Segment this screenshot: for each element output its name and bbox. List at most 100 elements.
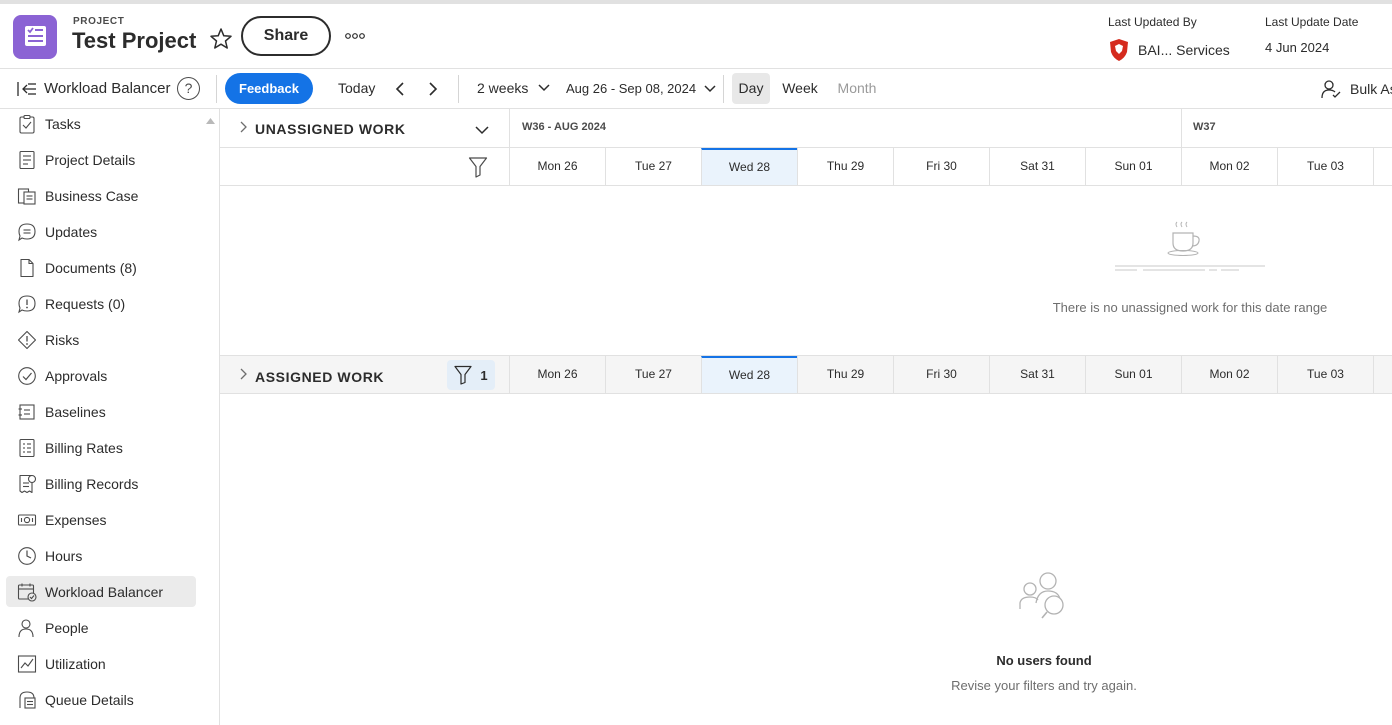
sidebar-item-label: Project Details [45,151,136,168]
day-header: Mon 02 [1181,356,1277,393]
sidebar-item-project-details[interactable]: Project Details [6,144,196,175]
day-header: Sun 01 [1085,148,1181,185]
help-icon[interactable]: ? [177,77,200,100]
today-button[interactable]: Today [338,80,375,96]
sidebar-item-people[interactable]: People [6,612,196,643]
row-divider [220,393,1392,394]
chevron-down-icon [704,84,716,92]
view-month-button[interactable]: Month [833,73,881,104]
day-header: Fri 30 [893,356,989,393]
sidebar-item-label: Billing Records [45,475,139,492]
sidebar-item-risks[interactable]: Risks [6,324,196,355]
toolbar: Workload Balancer ? Feedback Today 2 wee… [0,69,1392,109]
document-icon [19,150,35,169]
money-icon [17,513,37,526]
coffee-cup-icon [1115,221,1265,271]
sidebar-item-workload-balancer[interactable]: Workload Balancer [6,576,196,607]
check-circle-icon [18,366,36,385]
sidebar-item-label: Business Case [45,187,139,204]
bulk-assign-button[interactable]: Bulk As [1320,79,1392,99]
request-icon [18,294,36,313]
sidebar-item-updates[interactable]: Updates [6,216,196,247]
day-header: Mon 26 [509,356,605,393]
sidebar-item-label: People [45,619,89,636]
chevron-right-icon[interactable] [238,368,248,380]
chevron-down-icon[interactable] [475,125,489,135]
more-horizontal-icon[interactable] [343,26,369,46]
unassigned-empty-message: There is no unassigned work for this dat… [1052,300,1328,315]
sidebar-item-label: Workload Balancer [45,583,164,600]
sidebar-item-label: Updates [45,223,98,240]
line-chart-icon [17,654,37,673]
day-header: Mon 26 [509,148,605,185]
sidebar-item-label: Utilization [45,655,106,672]
sidebar-item-business-case[interactable]: Business Case [6,180,196,211]
sidebar-item-requests[interactable]: Requests (0) [6,288,196,319]
feedback-button[interactable]: Feedback [225,73,313,104]
sidebar-item-documents[interactable]: Documents (8) [6,252,196,283]
no-users-message: Revise your filters and try again. [951,678,1137,693]
week-label: W37 [1193,121,1216,133]
sidebar-item-label: Baselines [45,403,106,420]
sidebar-item-billing-records[interactable]: Billing Records [6,468,196,499]
chevron-right-icon[interactable] [426,81,440,97]
assigned-work-title[interactable]: ASSIGNED WORK [255,369,384,385]
day-header: Tue 27 [605,148,701,185]
sidebar-item-baselines[interactable]: Baselines [6,396,196,427]
range-select-value[interactable]: 2 weeks [477,80,528,96]
no-users-title: No users found [996,653,1092,668]
sidebar-item-label: Billing Rates [45,439,123,456]
user-check-icon [1321,80,1341,99]
view-day-button[interactable]: Day [732,73,770,104]
people-icon [18,618,34,637]
sidebar-item-queue-details[interactable]: Queue Details [6,684,196,715]
bulk-assign-label[interactable]: Bulk As [1350,81,1392,97]
date-range-value[interactable]: Aug 26 - Sep 08, 2024 [566,81,696,96]
sidebar: Tasks Project Details Business Case Upda… [0,109,220,725]
sidebar-item-hours[interactable]: Hours [6,540,196,571]
day-header: Tue 27 [605,356,701,393]
view-week-button[interactable]: Week [780,73,820,104]
assigned-filter-button[interactable]: 1 [447,360,495,390]
sidebar-item-billing-rates[interactable]: Billing Rates [6,432,196,463]
day-header: Thu 29 [797,148,893,185]
business-case-icon [17,187,36,205]
star-icon[interactable] [208,26,234,52]
day-header: Mon 02 [1181,148,1277,185]
day-header-today: Wed 28 [701,148,797,185]
chevron-left-icon[interactable] [393,81,407,97]
billing-records-icon [19,474,37,493]
unassigned-work-title[interactable]: UNASSIGNED WORK [255,121,406,137]
filter-icon[interactable] [468,156,488,178]
week-label: W36 - AUG 2024 [522,121,606,133]
last-update-date-label: Last Update Date [1265,15,1359,29]
last-updated-by-value[interactable]: BAI... Services [1138,42,1230,58]
filter-count-badge: 1 [480,367,488,383]
last-updated-by[interactable]: BAI... Services [1108,38,1230,62]
project-header: PROJECT Test Project Share Last Updated … [0,0,1392,69]
toolbar-divider [216,75,217,103]
scroll-up-arrow-icon[interactable] [206,118,215,124]
sidebar-item-utilization[interactable]: Utilization [6,648,196,679]
day-header: Tue 03 [1277,148,1373,185]
day-header: Sat 31 [989,148,1085,185]
sidebar-item-expenses[interactable]: Expenses [6,504,196,535]
filter-icon [454,365,472,385]
share-button[interactable]: Share [241,16,331,56]
sidebar-item-label: Risks [45,331,80,348]
no-users-icon [1019,572,1064,619]
date-range-select[interactable]: Aug 26 - Sep 08, 2024 [566,81,716,96]
row-divider [220,185,1392,186]
file-icon [20,258,34,277]
last-update-date-value: 4 Jun 2024 [1265,40,1330,55]
baseline-icon [18,403,35,420]
collapse-sidebar-icon[interactable] [16,80,38,98]
project-eyebrow: PROJECT [73,16,125,27]
queue-icon [19,690,36,709]
range-select[interactable]: 2 weeks [477,80,550,96]
week-divider [1181,109,1182,147]
sidebar-item-approvals[interactable]: Approvals [6,360,196,391]
chevron-right-icon[interactable] [238,121,248,133]
sidebar-item-tasks[interactable]: Tasks [6,109,196,139]
sidebar-item-label: Tasks [45,115,81,132]
